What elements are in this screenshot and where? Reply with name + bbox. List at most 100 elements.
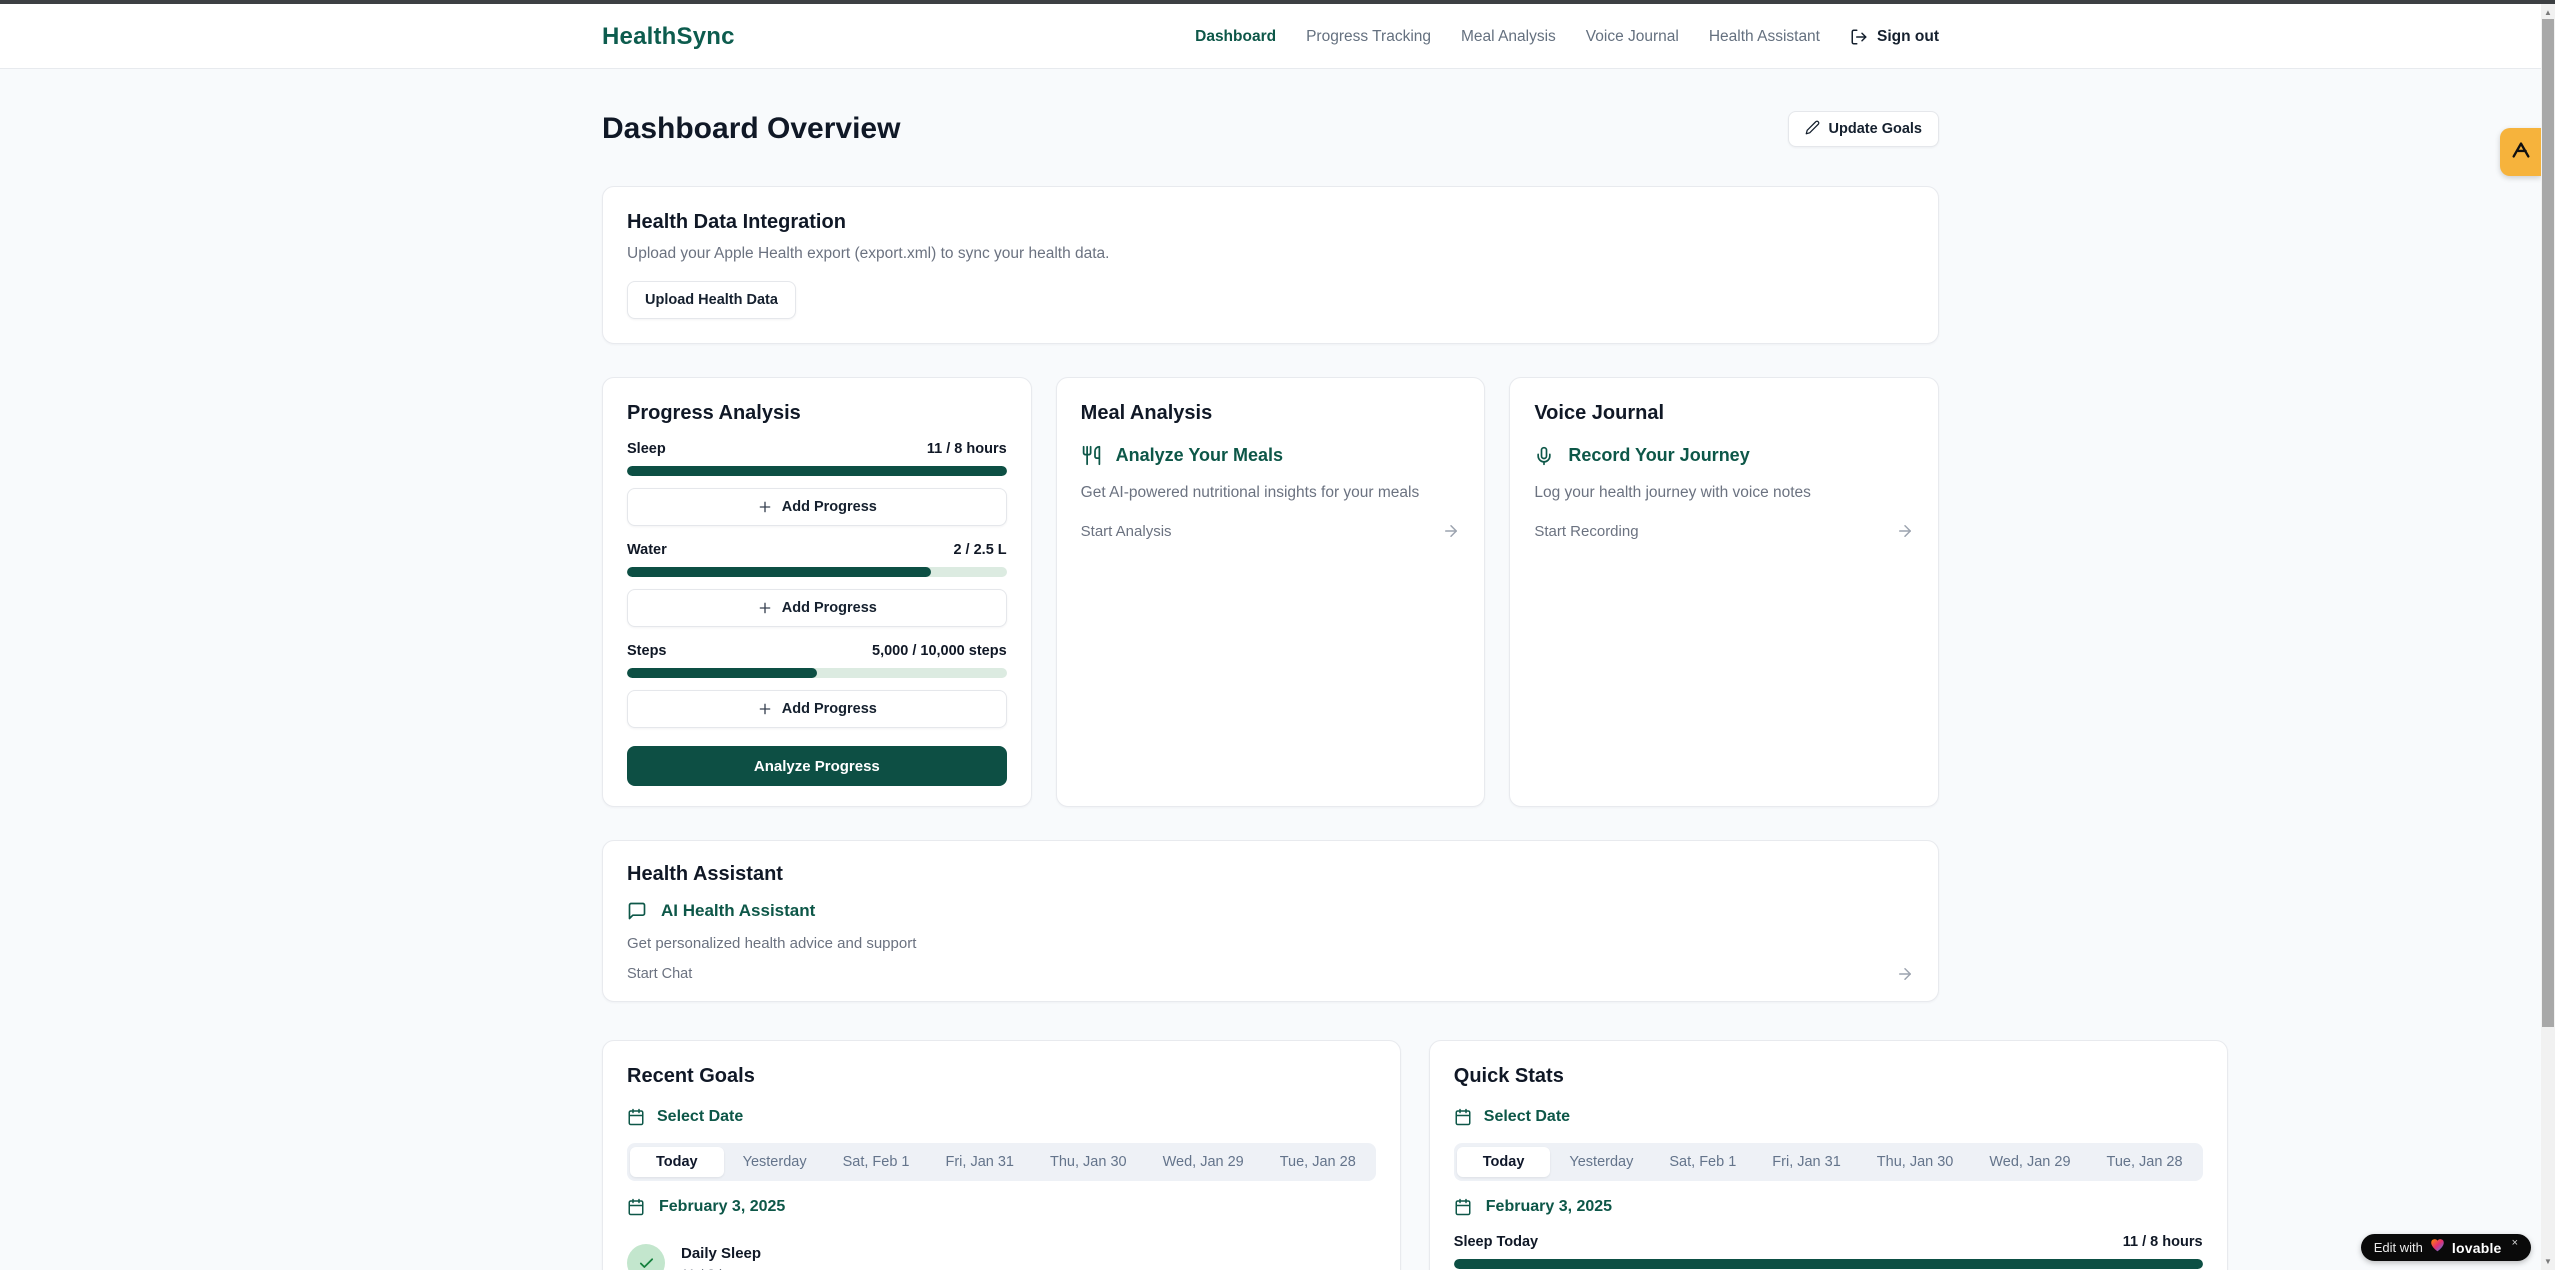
date-tab-fri-jan-31[interactable]: Fri, Jan 31 bbox=[929, 1147, 1032, 1177]
date-tab-thu-jan-30[interactable]: Thu, Jan 30 bbox=[1860, 1147, 1971, 1177]
ai-health-assistant-label: AI Health Assistant bbox=[661, 901, 815, 921]
quick-stats-date-tabs: Today Yesterday Sat, Feb 1 Fri, Jan 31 T… bbox=[1454, 1143, 2203, 1181]
scrollbar-thumb[interactable] bbox=[2542, 19, 2554, 1027]
date-tab-today[interactable]: Today bbox=[1457, 1147, 1551, 1177]
date-tab-yesterday[interactable]: Yesterday bbox=[726, 1147, 824, 1177]
nav-item-dashboard[interactable]: Dashboard bbox=[1195, 28, 1276, 46]
add-progress-water-button[interactable]: Add Progress bbox=[627, 589, 1007, 627]
plus-icon bbox=[757, 701, 773, 717]
progress-analysis-card: Progress Analysis Sleep 11 / 8 hours Add… bbox=[602, 377, 1032, 807]
page-title: Dashboard Overview bbox=[602, 112, 900, 146]
current-date-label: February 3, 2025 bbox=[1486, 1198, 1612, 1216]
plus-icon bbox=[757, 600, 773, 616]
date-tab-wed-jan-29[interactable]: Wed, Jan 29 bbox=[1146, 1147, 1261, 1177]
window-top-strip bbox=[0, 0, 2555, 4]
stat-label: Sleep Today bbox=[1454, 1234, 1538, 1250]
date-tab-thu-jan-30[interactable]: Thu, Jan 30 bbox=[1033, 1147, 1144, 1177]
progress-value: 5,000 / 10,000 steps bbox=[872, 643, 1007, 659]
nav-item-health-assistant[interactable]: Health Assistant bbox=[1709, 28, 1820, 46]
sleep-today-stat: Sleep Today 11 / 8 hours Add Progress bbox=[1454, 1234, 2203, 1270]
nav-item-meal-analysis[interactable]: Meal Analysis bbox=[1461, 28, 1556, 46]
nav-item-voice-journal[interactable]: Voice Journal bbox=[1586, 28, 1679, 46]
arrow-right-icon bbox=[1442, 522, 1460, 540]
start-analysis-label: Start Analysis bbox=[1081, 523, 1172, 540]
water-progress-fill bbox=[627, 567, 931, 577]
assistant-description: Get personalized health advice and suppo… bbox=[627, 935, 1914, 952]
integration-description: Upload your Apple Health export (export.… bbox=[627, 245, 1914, 263]
date-tab-sat-feb-1[interactable]: Sat, Feb 1 bbox=[826, 1147, 927, 1177]
calendar-icon bbox=[1454, 1198, 1472, 1216]
goal-value: 11 / 8 hours bbox=[681, 1266, 761, 1270]
analyze-your-meals-link[interactable]: Analyze Your Meals bbox=[1081, 445, 1461, 466]
record-your-journey-link[interactable]: Record Your Journey bbox=[1534, 445, 1914, 466]
calendar-icon bbox=[627, 1108, 645, 1126]
date-tab-wed-jan-29[interactable]: Wed, Jan 29 bbox=[1972, 1147, 2087, 1177]
recent-goals-date-tabs: Today Yesterday Sat, Feb 1 Fri, Jan 31 T… bbox=[627, 1143, 1376, 1181]
voice-journal-card: Voice Journal Record Your Journey Log yo… bbox=[1509, 377, 1939, 807]
calendar-icon bbox=[1454, 1108, 1472, 1126]
date-tab-tue-jan-28[interactable]: Tue, Jan 28 bbox=[1263, 1147, 1373, 1177]
stat-value: 11 / 8 hours bbox=[2123, 1234, 2203, 1250]
steps-progress-bar bbox=[627, 668, 1007, 678]
progress-value: 2 / 2.5 L bbox=[953, 542, 1006, 558]
update-goals-button[interactable]: Update Goals bbox=[1788, 111, 1939, 147]
start-recording-row[interactable]: Start Recording bbox=[1534, 522, 1914, 540]
date-tab-yesterday[interactable]: Yesterday bbox=[1552, 1147, 1650, 1177]
start-chat-label: Start Chat bbox=[627, 966, 692, 982]
nav-item-progress-tracking[interactable]: Progress Tracking bbox=[1306, 28, 1431, 46]
water-progress-bar bbox=[627, 567, 1007, 577]
recent-goals-title: Recent Goals bbox=[627, 1065, 1376, 1088]
progress-label: Sleep bbox=[627, 441, 666, 457]
date-tab-sat-feb-1[interactable]: Sat, Feb 1 bbox=[1652, 1147, 1753, 1177]
start-chat-row[interactable]: Start Chat bbox=[627, 965, 1914, 983]
voice-description: Log your health journey with voice notes bbox=[1534, 484, 1914, 502]
vertical-scrollbar[interactable]: ▲ ▼ bbox=[2541, 4, 2555, 1270]
add-progress-label: Add Progress bbox=[782, 499, 877, 515]
meal-analysis-title: Meal Analysis bbox=[1081, 402, 1461, 425]
brand-logo[interactable]: HealthSync bbox=[602, 23, 735, 51]
badge-close-icon[interactable]: × bbox=[2512, 1237, 2518, 1249]
sign-out-button[interactable]: Sign out bbox=[1850, 28, 1939, 46]
sleep-today-progress-bar bbox=[1454, 1259, 2203, 1269]
progress-row-sleep: Sleep 11 / 8 hours Add Progress bbox=[627, 441, 1007, 526]
sign-out-label: Sign out bbox=[1877, 28, 1939, 46]
progress-analysis-title: Progress Analysis bbox=[627, 402, 1007, 425]
ai-health-assistant-link[interactable]: AI Health Assistant bbox=[627, 901, 1914, 921]
sign-out-icon bbox=[1850, 28, 1868, 46]
meal-description: Get AI-powered nutritional insights for … bbox=[1081, 484, 1461, 502]
goal-name: Daily Sleep bbox=[681, 1245, 761, 1262]
meal-analysis-card: Meal Analysis Analyze Your Meals Get AI-… bbox=[1056, 377, 1486, 807]
progress-label: Steps bbox=[627, 643, 667, 659]
badge-brand: lovable bbox=[2452, 1240, 2502, 1256]
select-date-label: Select Date bbox=[657, 1108, 743, 1126]
progress-value: 11 / 8 hours bbox=[927, 441, 1007, 457]
pencil-icon bbox=[1805, 120, 1820, 139]
recent-goals-card: Recent Goals Select Date Today Yesterday… bbox=[602, 1040, 1401, 1270]
recent-goals-select-date[interactable]: Select Date bbox=[627, 1108, 1376, 1126]
microphone-icon bbox=[1534, 446, 1554, 466]
progress-label: Water bbox=[627, 542, 667, 558]
sleep-today-progress-fill bbox=[1454, 1259, 2203, 1269]
progress-row-steps: Steps 5,000 / 10,000 steps Add Progress bbox=[627, 643, 1007, 728]
badge-prefix: Edit with bbox=[2374, 1240, 2423, 1255]
date-tab-today[interactable]: Today bbox=[630, 1147, 724, 1177]
add-progress-sleep-button[interactable]: Add Progress bbox=[627, 488, 1007, 526]
add-progress-steps-button[interactable]: Add Progress bbox=[627, 690, 1007, 728]
date-tab-tue-jan-28[interactable]: Tue, Jan 28 bbox=[2090, 1147, 2200, 1177]
date-tab-fri-jan-31[interactable]: Fri, Jan 31 bbox=[1755, 1147, 1858, 1177]
recent-goals-current-date: February 3, 2025 bbox=[627, 1198, 1376, 1216]
record-your-journey-label: Record Your Journey bbox=[1568, 445, 1749, 466]
edit-with-lovable-badge[interactable]: Edit with lovable × bbox=[2361, 1234, 2531, 1261]
chat-bubble-icon bbox=[627, 901, 647, 921]
scrollbar-down-icon[interactable]: ▼ bbox=[2541, 1254, 2555, 1268]
main-nav: Dashboard Progress Tracking Meal Analysi… bbox=[1195, 28, 1939, 46]
update-goals-label: Update Goals bbox=[1829, 121, 1922, 137]
upload-health-data-button[interactable]: Upload Health Data bbox=[627, 281, 796, 319]
quick-stats-select-date[interactable]: Select Date bbox=[1454, 1108, 2203, 1126]
scrollbar-up-icon[interactable]: ▲ bbox=[2541, 5, 2555, 19]
add-progress-label: Add Progress bbox=[782, 701, 877, 717]
start-analysis-row[interactable]: Start Analysis bbox=[1081, 522, 1461, 540]
lovable-floating-edit-button[interactable] bbox=[2500, 128, 2541, 176]
arrow-right-icon bbox=[1896, 522, 1914, 540]
analyze-progress-button[interactable]: Analyze Progress bbox=[627, 746, 1007, 786]
